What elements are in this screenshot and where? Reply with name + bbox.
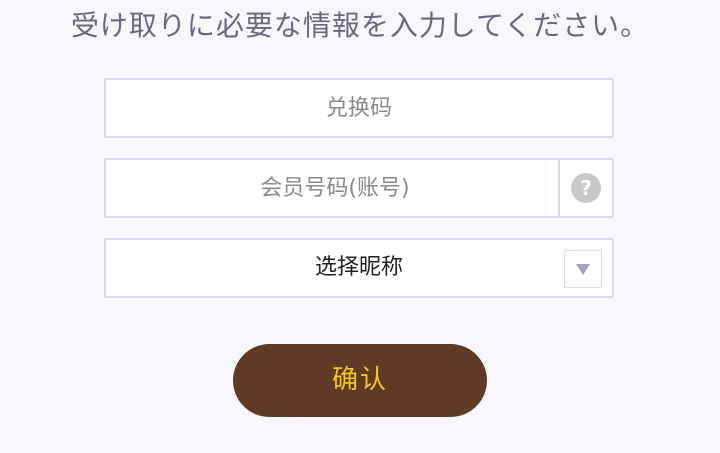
nickname-select[interactable]: 选择昵称: [104, 238, 614, 298]
confirm-button[interactable]: 确认: [233, 344, 487, 417]
triangle-down-icon: [576, 263, 590, 275]
member-number-field: ?: [104, 158, 614, 218]
instruction-text: 受け取りに必要な情報を入力してください。: [70, 9, 650, 42]
redeem-code-field: [104, 78, 614, 138]
question-circle-icon[interactable]: ?: [571, 173, 601, 203]
help-button[interactable]: ?: [558, 160, 612, 216]
dropdown-button[interactable]: [564, 250, 602, 288]
redeem-code-input[interactable]: [106, 80, 612, 136]
nickname-select-label: 选择昵称: [314, 255, 403, 280]
member-number-input[interactable]: [106, 160, 564, 216]
